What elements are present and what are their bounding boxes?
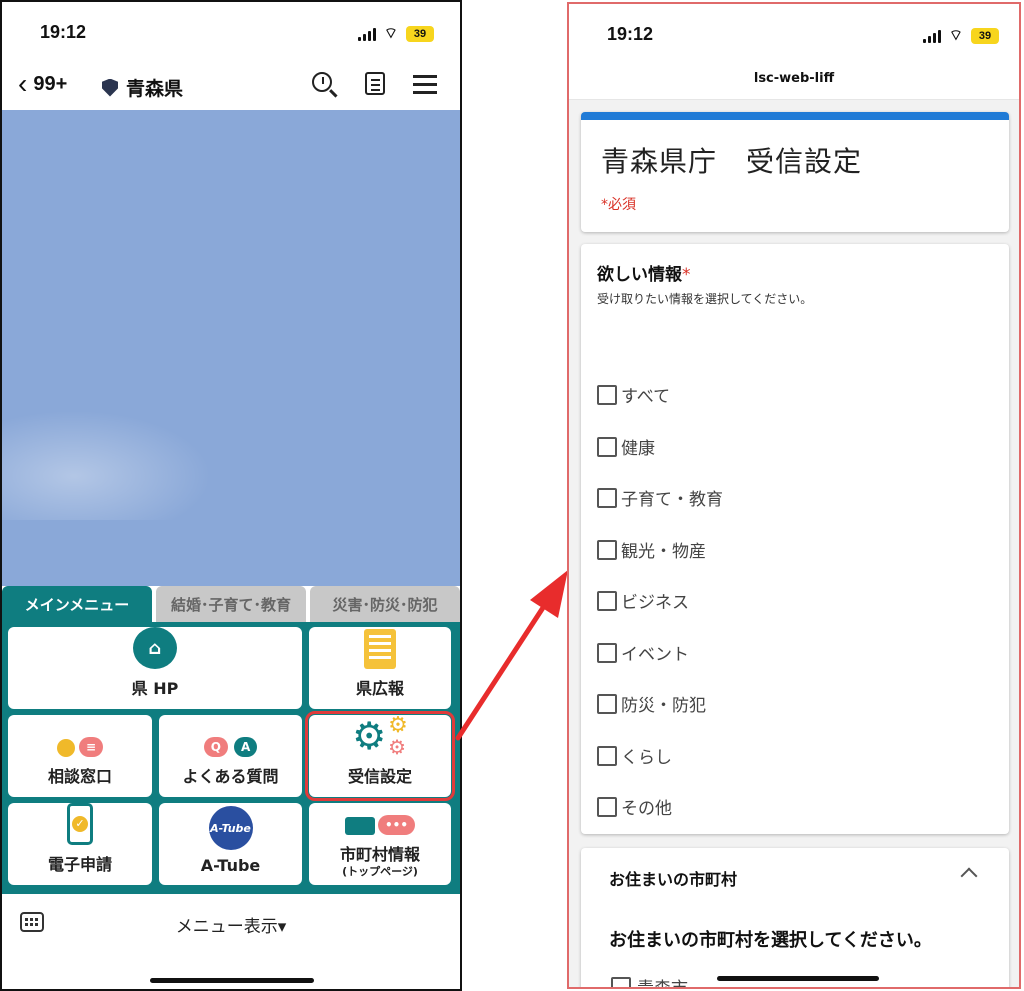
menu-e-apply[interactable]: ✓ 電子申請 xyxy=(8,803,152,885)
rich-menu: ⌂ 県 HP 県広報 ≡ 相談窓口 Q A よくある質問 ⚙ ⚙ ⚙ 受信設定 … xyxy=(2,622,460,894)
option-other[interactable]: その他 xyxy=(597,794,672,819)
menu-city-info[interactable]: ••• 市町村情報 (トップページ) xyxy=(309,803,451,885)
tab-marriage-childcare[interactable]: 結婚･子育て･教育 xyxy=(156,586,306,622)
menu-pref-hp[interactable]: ⌂ 県 HP xyxy=(8,627,302,709)
newspaper-icon xyxy=(364,629,396,669)
rich-menu-tabs: メインメニュー 結婚･子育て･教育 災害･防災･防犯 xyxy=(2,586,460,622)
option-business[interactable]: ビジネス xyxy=(597,588,689,613)
menu-faq[interactable]: Q A よくある質問 xyxy=(159,715,302,797)
red-arrow xyxy=(455,570,568,741)
home-indicator xyxy=(150,978,314,983)
wifi-icon: ⌔ xyxy=(383,24,398,42)
option-childcare[interactable]: 子育て・教育 xyxy=(597,485,723,510)
chat-bottom-bar: メニュー表示▾ xyxy=(2,894,460,954)
menu-city-info-sub: (トップページ) xyxy=(342,865,418,878)
battery-icon: 39 xyxy=(406,25,434,42)
required-note: *必須 xyxy=(601,197,636,213)
menu-consult[interactable]: ≡ 相談窓口 xyxy=(8,715,152,797)
form-background: 青森県庁 受信設定 *必須 欲しい情報* 受け取りたい情報を選択してください。 … xyxy=(569,100,1019,987)
search-icon[interactable] xyxy=(312,72,338,98)
checkbox[interactable] xyxy=(597,436,617,457)
option-all[interactable]: すべて xyxy=(597,382,670,407)
line-chat-screen: 19:12 ⌔ 39 ‹ 99+ 青森県 メインメニュー 結婚･子育て･教育 災… xyxy=(0,0,462,991)
question-card: 欲しい情報* 受け取りたい情報を選択してください。 すべて 健康 子育て・教育 … xyxy=(581,244,1009,834)
signal-icon xyxy=(357,27,376,41)
menu-atube[interactable]: A-Tube A-Tube xyxy=(159,803,302,885)
signal-icon xyxy=(922,29,941,43)
question-title: 欲しい情報* xyxy=(597,265,691,285)
menu-pref-pr[interactable]: 県広報 xyxy=(309,627,451,709)
menu-pref-hp-label: 県 HP xyxy=(131,679,179,698)
checkbox[interactable] xyxy=(597,487,617,508)
menu-toggle[interactable]: メニュー表示▾ xyxy=(2,912,460,937)
city-section-card: お住まいの市町村 お住まいの市町村を選択してください。 青森市 xyxy=(581,848,1009,987)
faq-icon: Q A xyxy=(203,737,258,757)
city-question: お住まいの市町村を選択してください。 xyxy=(609,930,932,951)
chat-area xyxy=(2,110,460,586)
unread-count: 99+ xyxy=(33,72,68,95)
map-icon: ⌂ xyxy=(133,627,177,669)
menu-e-apply-label: 電子申請 xyxy=(47,855,112,874)
chat-header: ‹ 99+ 青森県 xyxy=(2,62,460,110)
option-event[interactable]: イベント xyxy=(597,640,689,665)
city-section-title: お住まいの市町村 xyxy=(609,870,738,889)
checkbox[interactable] xyxy=(597,642,617,663)
menu-faq-label: よくある質問 xyxy=(182,767,279,786)
checkbox[interactable] xyxy=(611,976,631,987)
liff-form-screen: 19:12 ⌔ 39 lsc-web-liff 青森県庁 受信設定 *必須 欲し… xyxy=(567,2,1021,989)
option-health[interactable]: 健康 xyxy=(597,434,655,459)
option-living[interactable]: くらし xyxy=(597,743,672,768)
gear-icon: ⚙ ⚙ ⚙ xyxy=(352,713,408,759)
status-time: 19:12 xyxy=(40,22,87,42)
checkbox[interactable] xyxy=(597,590,617,611)
chevron-left-icon: ‹ xyxy=(18,68,28,99)
home-indicator-right xyxy=(717,976,879,981)
checkbox[interactable] xyxy=(597,796,617,817)
account-name: 青森県 xyxy=(126,78,184,100)
menu-icon[interactable] xyxy=(412,72,438,98)
liff-title: lsc-web-liff xyxy=(569,64,1019,100)
tab-disaster-prevention[interactable]: 災害･防災･防犯 xyxy=(310,586,460,622)
consult-icon: ≡ xyxy=(56,737,104,757)
menu-receive-label: 受信設定 xyxy=(347,767,412,786)
battery-icon: 39 xyxy=(971,27,999,44)
form-header-card: 青森県庁 受信設定 *必須 xyxy=(581,112,1009,232)
menu-consult-label: 相談窓口 xyxy=(47,767,112,786)
menu-city-info-label: 市町村情報 xyxy=(339,845,420,864)
tab-main-menu[interactable]: メインメニュー xyxy=(2,586,152,622)
menu-receive-settings[interactable]: ⚙ ⚙ ⚙ 受信設定 xyxy=(305,711,455,801)
checkbox[interactable] xyxy=(597,539,617,560)
city-map-icon: ••• xyxy=(344,815,415,835)
verified-shield-icon xyxy=(102,78,118,97)
account-title[interactable]: 青森県 xyxy=(102,74,183,101)
option-city-first[interactable]: 青森市 xyxy=(611,974,688,987)
back-button[interactable]: ‹ 99+ xyxy=(18,68,68,99)
menu-atube-label: A-Tube xyxy=(200,856,261,875)
note-icon[interactable] xyxy=(362,72,388,98)
option-tourism[interactable]: 観光・物産 xyxy=(597,537,706,562)
comparison-screenshot: 19:12 ⌔ 39 ‹ 99+ 青森県 メインメニュー 結婚･子育て･教育 災… xyxy=(0,0,1024,991)
atube-logo-icon: A-Tube xyxy=(208,806,253,850)
status-bar-right: 19:12 ⌔ 39 xyxy=(569,4,1019,64)
checkbox[interactable] xyxy=(597,693,617,714)
checkbox[interactable] xyxy=(597,745,617,766)
wifi-icon: ⌔ xyxy=(948,26,963,44)
status-time-right: 19:12 xyxy=(607,24,654,44)
checkbox[interactable] xyxy=(597,384,617,405)
menu-pref-pr-label: 県広報 xyxy=(355,679,404,698)
option-disaster[interactable]: 防災・防犯 xyxy=(597,691,706,716)
form-title: 青森県庁 受信設定 xyxy=(601,145,863,178)
question-description: 受け取りたい情報を選択してください。 xyxy=(597,292,813,306)
chevron-up-icon[interactable] xyxy=(960,867,978,885)
smartphone-icon: ✓ xyxy=(67,803,93,845)
cloud-decoration xyxy=(2,410,212,520)
status-bar: 19:12 ⌔ 39 xyxy=(2,2,460,62)
